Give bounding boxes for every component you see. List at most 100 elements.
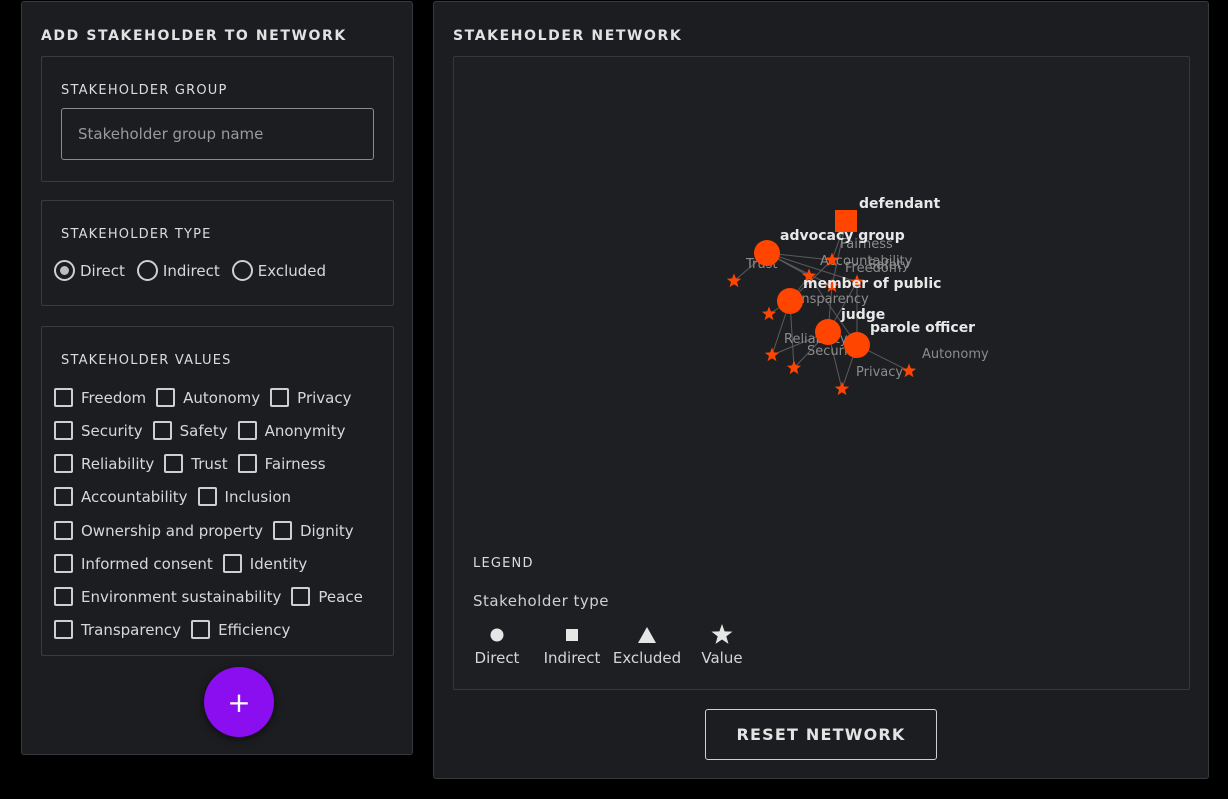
checkbox-reliability-label: Reliability: [81, 454, 155, 473]
checkbox-environment-sustainability-label: Environment sustainability: [81, 587, 282, 606]
value-checkbox-row: Transparency Efficiency: [54, 620, 300, 639]
checkbox-anonymity[interactable]: Anonymity: [237, 421, 345, 440]
checkbox-ownership-and-property-box[interactable]: [54, 521, 73, 540]
stakeholder-node[interactable]: [754, 240, 780, 266]
checkbox-reliability[interactable]: Reliability: [54, 454, 154, 473]
stakeholder-node[interactable]: [777, 288, 803, 314]
radio-direct-label: Direct: [80, 261, 125, 280]
checkbox-fairness-box[interactable]: [237, 454, 257, 473]
add-stakeholder-button[interactable]: +: [204, 667, 274, 737]
legend-label-excluded: Excluded: [612, 649, 682, 667]
checkbox-efficiency-box[interactable]: [191, 620, 211, 639]
checkbox-transparency-box[interactable]: [54, 620, 73, 639]
checkbox-dignity[interactable]: Dignity: [272, 521, 354, 540]
value-checkbox-row: Environment sustainability Peace: [54, 587, 373, 606]
stakeholder-node[interactable]: [815, 319, 841, 345]
checkbox-freedom[interactable]: Freedom: [54, 388, 146, 407]
checkbox-privacy[interactable]: Privacy: [270, 388, 351, 407]
legend-subtitle: Stakeholder type: [473, 592, 610, 610]
add-stakeholder-heading: ADD STAKEHOLDER TO NETWORK: [41, 28, 347, 44]
checkbox-environment-sustainability[interactable]: Environment sustainability: [54, 587, 281, 606]
checkbox-ownership-and-property-label: Ownership and property: [81, 521, 263, 540]
radio-direct[interactable]: Direct: [54, 260, 125, 281]
checkbox-informed-consent[interactable]: Informed consent: [54, 554, 213, 573]
radio-indirect[interactable]: Indirect: [136, 260, 220, 281]
checkbox-safety[interactable]: Safety: [152, 421, 228, 440]
checkbox-trust[interactable]: Trust: [164, 454, 228, 473]
checkbox-transparency-label: Transparency: [81, 620, 182, 639]
checkbox-trust-label: Trust: [191, 454, 228, 473]
checkbox-identity[interactable]: Identity: [222, 554, 308, 573]
value-node-star[interactable]: [764, 347, 780, 362]
network-graph[interactable]: FairnessTrustAccountabilityFreedomSafety…: [454, 57, 1189, 517]
checkbox-accountability[interactable]: Accountability: [54, 487, 188, 506]
checkbox-accountability-box[interactable]: [54, 487, 73, 506]
stakeholder-values-title: STAKEHOLDER VALUES: [61, 353, 232, 368]
value-checkbox-row: Reliability Trust Fairness: [54, 454, 336, 473]
legend-label-indirect: Indirect: [543, 649, 601, 667]
stakeholder-node-label: parole officer: [870, 320, 975, 336]
value-node-star[interactable]: [901, 363, 917, 378]
checkbox-peace-box[interactable]: [291, 587, 311, 606]
value-node-label: Privacy: [856, 365, 903, 380]
legend-item-excluded: Excluded: [607, 622, 687, 667]
checkbox-accountability-label: Accountability: [81, 487, 188, 506]
reset-network-button[interactable]: RESET NETWORK: [705, 709, 937, 760]
checkbox-identity-box[interactable]: [222, 554, 242, 573]
checkbox-privacy-label: Privacy: [297, 388, 352, 407]
checkbox-identity-label: Identity: [249, 554, 308, 573]
checkbox-efficiency[interactable]: Efficiency: [191, 620, 290, 639]
radio-excluded[interactable]: Excluded: [231, 260, 326, 281]
checkbox-inclusion-box[interactable]: [197, 487, 217, 506]
value-checkbox-row: Accountability Inclusion: [54, 487, 301, 506]
stakeholder-node-label: member of public: [803, 276, 941, 292]
checkbox-anonymity-box[interactable]: [237, 421, 257, 440]
checkbox-safety-box[interactable]: [152, 421, 172, 440]
value-node-label: Safety: [868, 258, 910, 273]
checkbox-dignity-box[interactable]: [272, 521, 292, 540]
checkbox-inclusion[interactable]: Inclusion: [197, 487, 291, 506]
checkbox-autonomy[interactable]: Autonomy: [156, 388, 260, 407]
checkbox-fairness[interactable]: Fairness: [237, 454, 326, 473]
checkbox-privacy-box[interactable]: [270, 388, 290, 407]
add-stakeholder-panel: ADD STAKEHOLDER TO NETWORK STAKEHOLDER G…: [21, 1, 413, 755]
network-graph-area[interactable]: FairnessTrustAccountabilityFreedomSafety…: [453, 56, 1190, 690]
checkbox-trust-box[interactable]: [164, 454, 184, 473]
checkbox-peace[interactable]: Peace: [291, 587, 363, 606]
checkbox-informed-consent-label: Informed consent: [81, 554, 213, 573]
checkbox-informed-consent-box[interactable]: [54, 554, 73, 573]
stakeholder-node[interactable]: [844, 332, 870, 358]
checkbox-autonomy-box[interactable]: [156, 388, 176, 407]
legend-item-value: Value: [682, 622, 762, 667]
checkbox-reliability-box[interactable]: [54, 454, 73, 473]
checkbox-peace-label: Peace: [318, 587, 363, 606]
checkbox-security[interactable]: Security: [54, 421, 143, 440]
checkbox-autonomy-label: Autonomy: [183, 388, 261, 407]
stakeholder-node-label: defendant: [859, 196, 941, 212]
circle-icon: [457, 622, 537, 648]
radio-excluded-indicator[interactable]: [231, 260, 253, 281]
value-node-star[interactable]: [726, 273, 742, 288]
checkbox-ownership-and-property[interactable]: Ownership and property: [54, 521, 263, 540]
value-checkbox-row: Freedom Autonomy Privacy: [54, 388, 361, 407]
stakeholder-type-card: STAKEHOLDER TYPE Direct Indirect Exclude…: [41, 200, 394, 306]
legend-label-direct: Direct: [474, 649, 520, 667]
checkbox-dignity-label: Dignity: [299, 521, 354, 540]
checkbox-transparency[interactable]: Transparency: [54, 620, 181, 639]
legend-label-value: Value: [701, 649, 743, 667]
stakeholder-group-input[interactable]: [61, 108, 374, 160]
checkbox-freedom-box[interactable]: [54, 388, 73, 407]
value-node-star[interactable]: [834, 381, 850, 396]
stakeholder-values-card: STAKEHOLDER VALUES Freedom Autonomy Privac…: [41, 326, 394, 656]
checkbox-environment-sustainability-box[interactable]: [54, 587, 73, 606]
checkbox-security-box[interactable]: [54, 421, 73, 440]
value-node-label: Autonomy: [922, 347, 989, 362]
radio-direct-indicator[interactable]: [54, 260, 75, 281]
value-node-star[interactable]: [761, 306, 777, 321]
value-checkbox-row: Security Safety Anonymity: [54, 421, 355, 440]
stakeholder-type-title: STAKEHOLDER TYPE: [61, 227, 212, 242]
square-icon: [532, 622, 612, 648]
radio-indirect-indicator[interactable]: [136, 260, 158, 281]
triangle-icon: [607, 622, 687, 648]
checkbox-fairness-label: Fairness: [264, 454, 326, 473]
